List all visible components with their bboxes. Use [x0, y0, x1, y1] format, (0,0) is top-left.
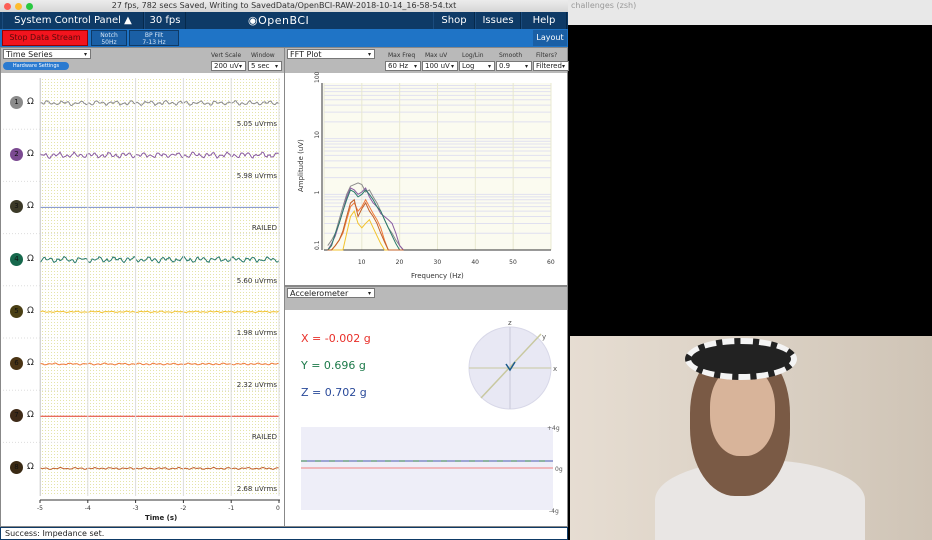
time-tick-label: -1 — [228, 505, 234, 512]
webcam-video — [570, 336, 932, 540]
y-axis-label: y — [542, 333, 546, 341]
time-tick-label: -4 — [85, 505, 91, 512]
caret-down-icon: ▾ — [368, 289, 371, 298]
eeg-headset — [685, 338, 797, 380]
fft-x-tick-label: 40 — [471, 259, 479, 266]
time-axis-label: Time (s) — [145, 514, 177, 523]
fft-control-select[interactable]: 100 uV ▾ — [422, 61, 458, 71]
widget-select-label: FFT Plot — [290, 50, 322, 59]
caret-down-icon: ▾ — [451, 62, 454, 71]
z-axis-label: z — [508, 319, 512, 327]
time-tick-label: 0 — [276, 505, 280, 512]
layout-button[interactable]: Layout — [533, 30, 567, 46]
fft-control-select[interactable]: Filtered ▾ — [533, 61, 569, 71]
fft-chart: 10 20 30 40 50 60 0.1 1 10 100 Frequency (Hz) Ampli… — [285, 72, 568, 285]
caret-down-icon: ▾ — [368, 50, 371, 59]
plus-4g-label: +4g — [547, 425, 560, 432]
time-tick-label: -2 — [180, 505, 186, 512]
fft-control-label: Filters? — [536, 52, 557, 59]
fft-x-axis-label: Frequency (Hz) — [411, 272, 464, 280]
fft-x-tick-label: 50 — [509, 259, 517, 266]
caret-down-icon: ▾ — [525, 62, 528, 71]
caret-down-icon: ▾ — [488, 62, 491, 71]
channel-trace — [40, 101, 279, 106]
caret-down-icon: ▾ — [562, 62, 565, 71]
status-bar: Success: Impedance set. — [0, 527, 568, 540]
fft-control-value: Log — [462, 62, 475, 70]
fft-y-tick-label: 0.1 — [314, 240, 321, 250]
time-tick-label: -3 — [133, 505, 139, 512]
channel-trace — [40, 467, 279, 469]
time-tick-label: -5 — [37, 505, 43, 512]
fft-control-select[interactable]: 0.9 ▾ — [496, 61, 532, 71]
fft-y-tick-label: 1 — [314, 190, 321, 194]
fft-control-value: Filtered — [536, 62, 562, 70]
fft-x-tick-label: 20 — [396, 259, 404, 266]
issues-button[interactable]: Issues — [475, 12, 521, 29]
x-axis-label: x — [553, 365, 557, 373]
fft-header: FFT Plot ▾ Max Freq 60 Hz ▾ Max uV 100 uV ▾ L… — [285, 48, 567, 73]
accel-header: Accelerometer ▾ — [285, 287, 567, 310]
channel-trace — [40, 311, 279, 312]
fft-control-label: Max Freq — [388, 52, 415, 59]
fft-y-tick-label: 10 — [314, 131, 321, 139]
terminal-title: challenges (zsh) — [568, 0, 932, 25]
fft-y-axis-label: Amplitude (uV) — [297, 139, 305, 192]
fft-control-select[interactable]: 60 Hz ▾ — [385, 61, 421, 71]
widget-select-label: Accelerometer — [290, 289, 348, 298]
shop-button[interactable]: Shop — [433, 12, 475, 29]
fft-control-value: 100 uV — [425, 62, 450, 70]
widget-select-fft[interactable]: FFT Plot ▾ — [287, 49, 375, 59]
fft-x-tick-label: 30 — [434, 259, 442, 266]
channel-trace — [40, 256, 279, 263]
accel-visuals: z y x +4g 0g -4g — [285, 310, 568, 525]
caret-down-icon: ▾ — [414, 62, 417, 71]
fft-control-value: 0.9 — [499, 62, 510, 70]
fft-y-tick-label: 100 — [314, 72, 321, 83]
channel-trace — [40, 152, 279, 158]
channel-trace — [40, 363, 279, 365]
fft-x-tick-label: 60 — [547, 259, 555, 266]
fft-control-label: Smooth — [499, 52, 522, 59]
help-button[interactable]: Help — [521, 12, 567, 29]
widget-select-accelerometer[interactable]: Accelerometer ▾ — [287, 288, 375, 298]
zero-g-label: 0g — [555, 466, 563, 473]
fft-control-label: Log/Lin — [462, 52, 484, 59]
fft-x-tick-label: 10 — [358, 259, 366, 266]
minus-4g-label: -4g — [549, 508, 559, 515]
fft-control-value: 60 Hz — [388, 62, 408, 70]
fft-control-label: Max uV — [425, 52, 447, 59]
time-series-traces: -5 -4 -3 -2 -1 0 — [0, 0, 285, 527]
fft-control-select[interactable]: Log ▾ — [459, 61, 495, 71]
